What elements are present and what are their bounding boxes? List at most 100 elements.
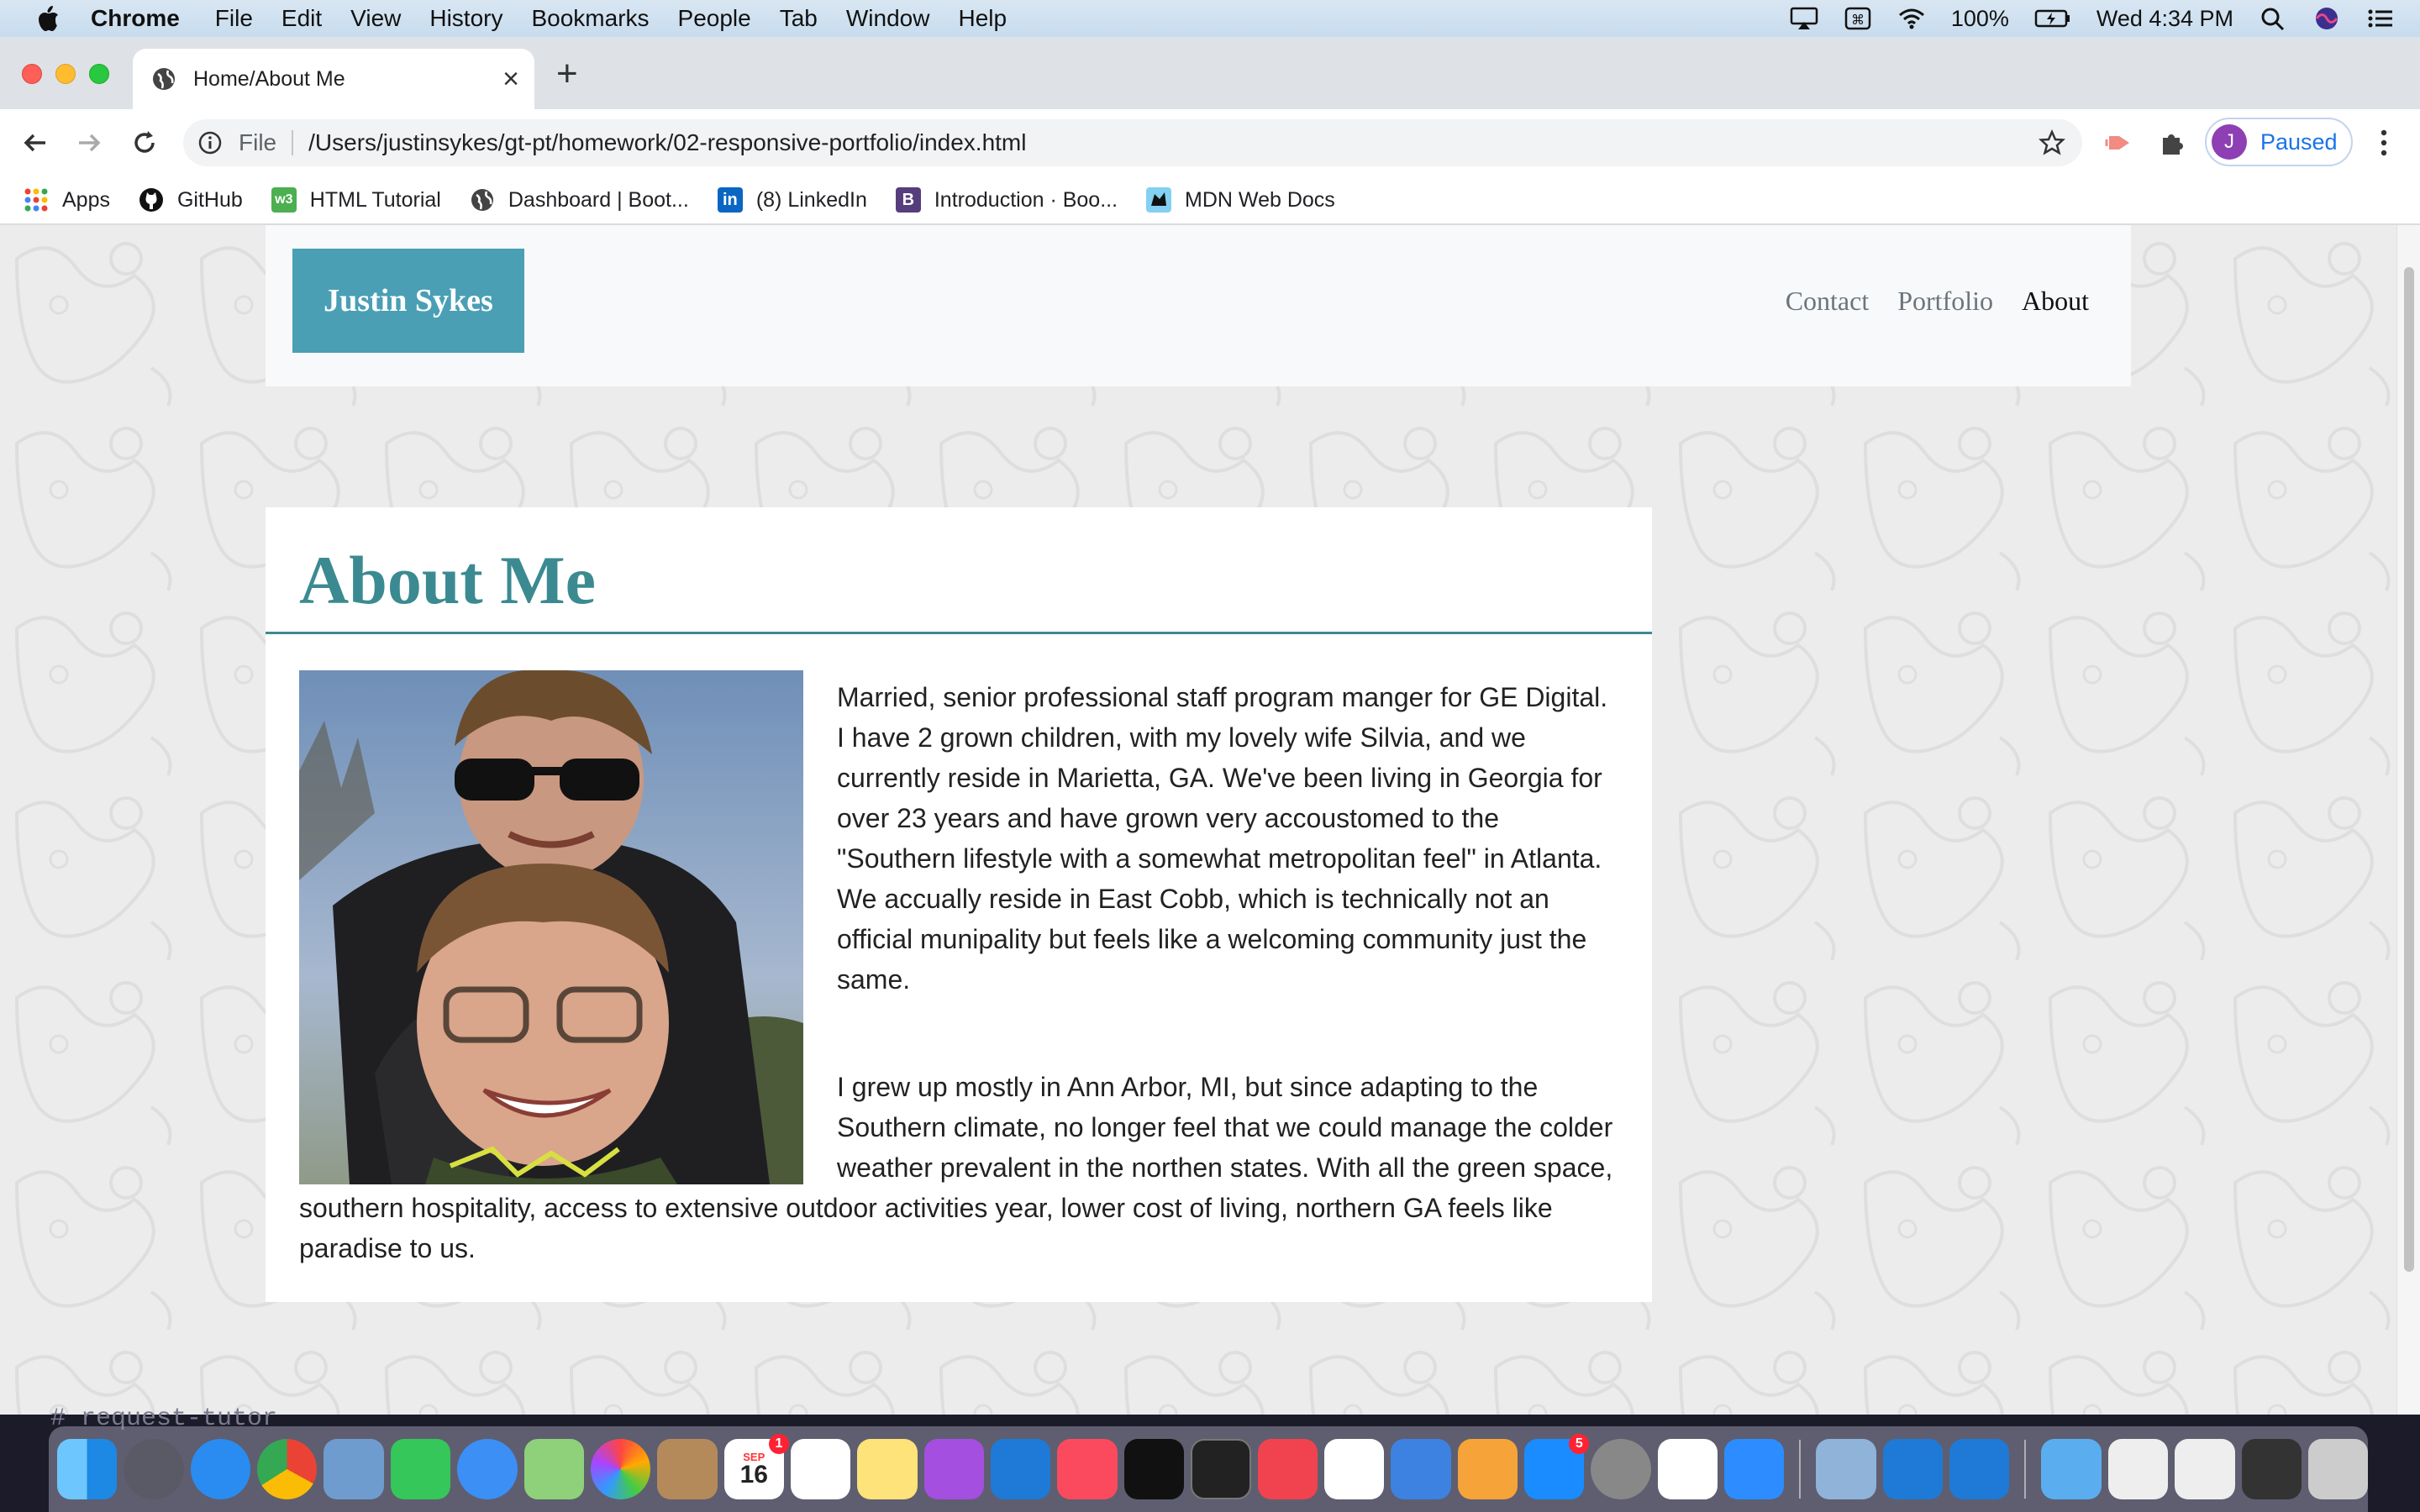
chrome-menu-icon[interactable] [2371, 124, 2396, 161]
menu-help[interactable]: Help [958, 5, 1007, 32]
minimized-window-2-icon[interactable] [2175, 1439, 2235, 1499]
bookmark-html-tutorial[interactable]: w3 HTML Tutorial [271, 187, 441, 213]
mdn-icon [1146, 187, 1172, 213]
menu-window[interactable]: Window [846, 5, 930, 32]
contacts-icon[interactable] [657, 1439, 718, 1499]
apple-tv-icon[interactable] [1123, 1439, 1185, 1499]
menu-people[interactable]: People [678, 5, 751, 32]
menu-tab[interactable]: Tab [780, 5, 818, 32]
menu-history[interactable]: History [429, 5, 502, 32]
bookmark-github[interactable]: GitHub [139, 187, 243, 213]
menu-app-name[interactable]: Chrome [91, 5, 180, 32]
music-icon[interactable] [1057, 1439, 1118, 1499]
brand-logo[interactable]: Justin Sykes [292, 249, 524, 353]
nav-link-contact[interactable]: Contact [1786, 286, 1870, 317]
nav-link-portfolio[interactable]: Portfolio [1897, 286, 1993, 317]
site-header: Justin Sykes Contact Portfolio About [266, 225, 2131, 386]
page-viewport: Justin Sykes Contact Portfolio About Abo… [0, 225, 2420, 1415]
profile-button[interactable]: J Paused [2205, 118, 2353, 166]
reload-icon[interactable] [129, 128, 160, 158]
zoom-icon[interactable] [1724, 1439, 1785, 1499]
bookmark-label: Apps [62, 187, 110, 212]
pages-icon[interactable] [1457, 1439, 1518, 1499]
forward-arrow-icon[interactable] [74, 128, 104, 158]
menu-file[interactable]: File [215, 5, 253, 32]
vscode-window-2-icon[interactable] [1949, 1439, 2010, 1499]
bookmark-apps[interactable]: Apps [24, 187, 110, 213]
back-arrow-icon[interactable] [20, 128, 50, 158]
podcasts-icon[interactable] [923, 1439, 985, 1499]
photo-float-spacer [299, 670, 803, 1184]
new-tab-icon[interactable]: + [556, 55, 578, 92]
bookmark-label: MDN Web Docs [1185, 187, 1335, 212]
calendar-icon[interactable]: SEP 16 1 [723, 1434, 789, 1499]
preview-icon[interactable] [1816, 1439, 1876, 1499]
system-preferences-icon[interactable] [1591, 1439, 1651, 1499]
vscode-window-icon[interactable] [1882, 1439, 1944, 1499]
battery-charging-icon[interactable] [2034, 6, 2071, 31]
github-icon [139, 188, 163, 212]
bookmark-mdn[interactable]: MDN Web Docs [1146, 187, 1335, 213]
menu-bookmarks[interactable]: Bookmarks [531, 5, 649, 32]
finder-icon[interactable] [57, 1439, 118, 1499]
notification-center-icon[interactable] [2366, 6, 2395, 31]
trash-icon[interactable] [2307, 1439, 2369, 1499]
wifi-icon[interactable] [1897, 6, 1926, 31]
spotlight-search-icon[interactable] [2259, 6, 2287, 31]
downloads-folder-icon[interactable] [2041, 1439, 2102, 1499]
url-scheme-label: File [239, 129, 277, 155]
nav-link-about[interactable]: About [2022, 286, 2089, 317]
close-tab-icon[interactable]: × [502, 65, 519, 93]
notes-icon[interactable] [857, 1439, 918, 1499]
vscode-icon[interactable] [991, 1439, 1051, 1499]
siri-icon[interactable] [2312, 6, 2341, 31]
slack-icon[interactable] [1657, 1439, 1718, 1499]
page-scrollbar[interactable] [2396, 225, 2420, 1415]
minimize-window-button[interactable] [55, 64, 76, 84]
w3schools-icon: w3 [271, 187, 297, 213]
keynote-icon[interactable] [1391, 1439, 1451, 1499]
photos-icon[interactable] [590, 1439, 651, 1499]
airplay-icon[interactable] [1790, 6, 1818, 31]
maps-icon[interactable] [523, 1439, 584, 1499]
bookmark-star-icon[interactable] [2039, 129, 2065, 156]
scrollbar-thumb[interactable] [2404, 267, 2414, 1272]
browser-toolbar: File /Users/justinsykes/gt-pt/homework/0… [0, 109, 2420, 176]
messages-icon[interactable] [457, 1439, 518, 1499]
about-text: Married, senior professional staff progr… [299, 670, 1620, 1268]
svg-text:⌘: ⌘ [1851, 13, 1865, 28]
menu-edit[interactable]: Edit [281, 5, 322, 32]
profile-avatar: J [2212, 124, 2247, 160]
menubar-clock[interactable]: Wed 4:34 PM [2096, 6, 2233, 32]
minimized-window-icon[interactable] [2107, 1439, 2169, 1499]
site-info-icon[interactable] [198, 131, 222, 155]
command-key-icon[interactable]: ⌘ [1844, 6, 1872, 31]
extensions-puzzle-icon[interactable] [2158, 128, 2188, 158]
close-window-button[interactable] [22, 64, 42, 84]
site-nav: Contact Portfolio About [1786, 286, 2089, 317]
facetime-icon[interactable] [390, 1439, 451, 1499]
apple-menu-icon[interactable] [35, 4, 60, 33]
zoom-window-button[interactable] [89, 64, 109, 84]
address-bar[interactable]: File /Users/justinsykes/gt-pt/homework/0… [183, 119, 2082, 166]
bookmark-label: HTML Tutorial [309, 187, 441, 212]
tab-home-about[interactable]: Home/About Me × [133, 49, 534, 109]
bookmark-dashboard[interactable]: Dashboard | Boot... [470, 187, 689, 213]
extension-cast-icon[interactable] [2104, 128, 2134, 158]
app-store-icon[interactable]: 5 [1523, 1434, 1590, 1499]
url-text[interactable]: /Users/justinsykes/gt-pt/homework/02-res… [308, 129, 2039, 156]
chrome-icon[interactable] [257, 1439, 318, 1499]
news-icon[interactable] [1257, 1439, 1318, 1499]
minimized-terminal-icon[interactable] [2241, 1439, 2302, 1499]
menu-view[interactable]: View [350, 5, 401, 32]
mail-icon[interactable] [324, 1439, 384, 1499]
bookmark-linkedin[interactable]: in (8) LinkedIn [717, 187, 867, 213]
launchpad-icon[interactable] [124, 1439, 184, 1499]
omnibox-divider [292, 130, 294, 155]
bookmark-bootstrap-intro[interactable]: B Introduction · Boo... [895, 187, 1118, 213]
bookmark-label: (8) LinkedIn [755, 187, 867, 212]
numbers-icon[interactable] [1323, 1439, 1385, 1499]
safari-icon[interactable] [190, 1439, 251, 1499]
terminal-icon[interactable] [1191, 1439, 1251, 1499]
reminders-icon[interactable] [790, 1439, 851, 1499]
